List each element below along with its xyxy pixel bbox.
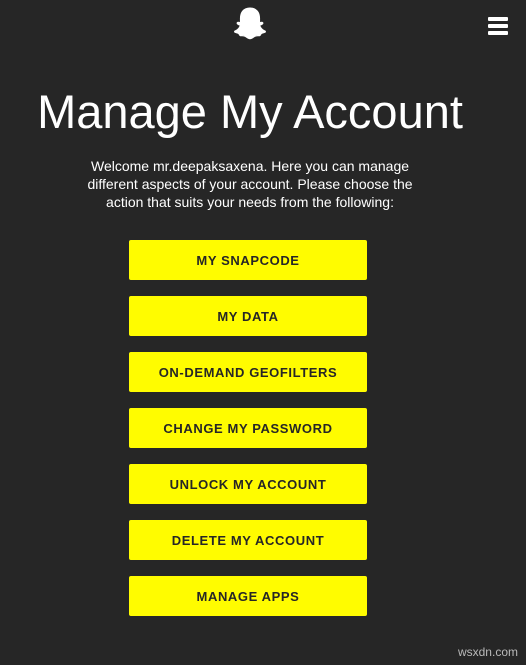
manage-apps-button[interactable]: MANAGE APPS <box>129 576 367 616</box>
snapchat-ghost-icon[interactable] <box>231 5 269 43</box>
on-demand-geofilters-button[interactable]: ON-DEMAND GEOFILTERS <box>129 352 367 392</box>
my-snapcode-button[interactable]: MY SNAPCODE <box>129 240 367 280</box>
welcome-text: Welcome mr.deepaksaxena. Here you can ma… <box>87 158 413 210</box>
menu-bar <box>488 17 508 21</box>
change-my-password-button[interactable]: CHANGE MY PASSWORD <box>129 408 367 448</box>
my-data-button[interactable]: MY DATA <box>129 296 367 336</box>
menu-bar <box>488 31 508 35</box>
hamburger-menu-button[interactable] <box>482 11 514 41</box>
page-title: Manage My Account <box>37 85 463 138</box>
action-list: MY SNAPCODE MY DATA ON-DEMAND GEOFILTERS… <box>129 240 367 632</box>
header <box>0 0 526 52</box>
watermark: wsxdn.com <box>457 645 518 659</box>
delete-my-account-button[interactable]: DELETE MY ACCOUNT <box>129 520 367 560</box>
unlock-my-account-button[interactable]: UNLOCK MY ACCOUNT <box>129 464 367 504</box>
menu-bar <box>488 24 508 28</box>
hamburger-menu-icon <box>488 17 508 35</box>
